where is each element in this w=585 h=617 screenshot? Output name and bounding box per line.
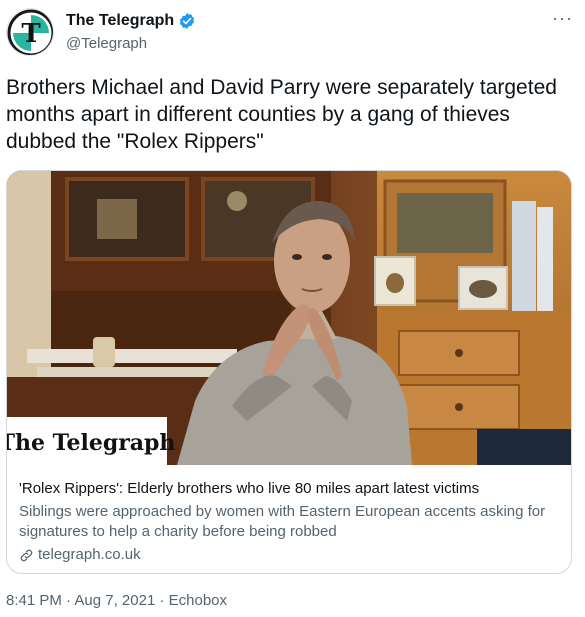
link-icon: [20, 549, 33, 561]
tweet-timestamp: 8:41 PM · Aug 7, 2021 · Echobox: [6, 592, 227, 609]
link-card[interactable]: The Telegraph 'Rolex Rippers': Elderly b…: [6, 170, 572, 574]
card-image: The Telegraph: [7, 171, 571, 465]
meta-separator: ·: [155, 592, 169, 609]
meta-separator: ·: [61, 592, 75, 609]
card-photo: The Telegraph: [7, 171, 571, 465]
more-options-icon[interactable]: ···: [552, 8, 573, 29]
card-title: 'Rolex Rippers': Elderly brothers who li…: [19, 480, 480, 497]
card-domain: telegraph.co.uk: [38, 546, 141, 563]
card-domain-row: telegraph.co.uk: [19, 545, 563, 565]
tweet-source[interactable]: Echobox: [169, 592, 227, 609]
tweet-time[interactable]: 8:41 PM: [6, 592, 62, 609]
tweet-header: T The Telegraph @Telegraph ···: [6, 8, 579, 58]
card-image-logo: The Telegraph: [7, 430, 175, 456]
tweet-date[interactable]: Aug 7, 2021: [74, 592, 155, 609]
svg-text:T: T: [21, 19, 41, 49]
telegraph-logo-icon: T: [7, 9, 53, 55]
avatar[interactable]: T: [6, 8, 54, 56]
card-meta: 'Rolex Rippers': Elderly brothers who li…: [19, 479, 563, 565]
verified-badge-icon: [180, 13, 195, 29]
author-name-row: The Telegraph: [66, 12, 196, 30]
tweet-text: Brothers Michael and David Parry were se…: [6, 76, 557, 153]
author-name[interactable]: The Telegraph: [66, 12, 174, 30]
author-handle[interactable]: @Telegraph: [66, 35, 147, 52]
card-description: Siblings were approached by women with E…: [19, 503, 546, 540]
